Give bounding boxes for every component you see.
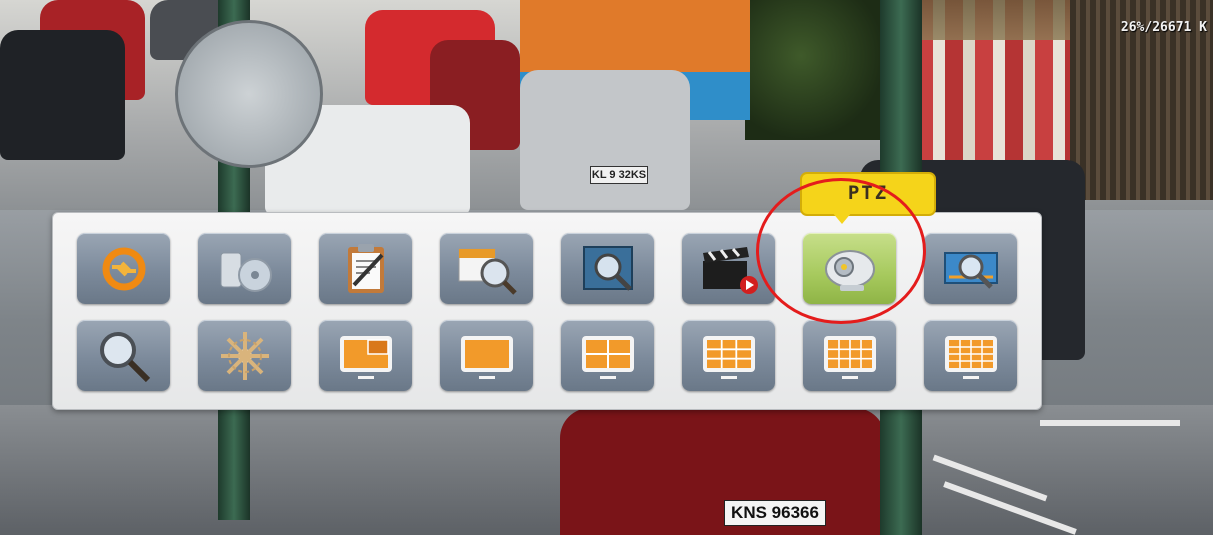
single-screen-icon [460,335,513,379]
quad-layout-button[interactable] [561,320,654,391]
video-playback-icon [702,246,758,294]
license-plate-near: KNS 96366 [724,500,826,526]
twelve-layout-icon [823,335,876,379]
bitrate-counter: 26%/26671 K [1120,20,1207,35]
pip-layout-icon [339,335,392,379]
log-button[interactable] [319,233,412,304]
menu-row-bottom [77,320,1017,391]
search-button[interactable] [77,320,170,391]
screen-search-icon [943,251,998,289]
recording-control-button[interactable] [77,233,170,304]
pip-layout-button[interactable] [319,320,412,391]
screen-search-button[interactable] [924,233,1017,304]
sixteen-layout-button[interactable] [924,320,1017,391]
sixteen-layout-icon [944,335,997,379]
road-sign [175,20,323,168]
quad-layout-icon [581,335,634,379]
highlight-circle [756,178,926,324]
playback-search-icon [582,245,633,291]
single-screen-button[interactable] [440,320,533,391]
search-icon [99,331,150,382]
playback-search-button[interactable] [561,233,654,304]
calendar-search-button[interactable] [440,233,533,304]
settings-icon [220,331,269,380]
nine-layout-icon [702,335,755,379]
recording-control-icon [102,247,145,290]
backup-icon [220,252,272,292]
calendar-search-icon [458,248,517,295]
nine-layout-button[interactable] [682,320,775,391]
license-plate-far: KL 9 32KS [590,166,648,184]
settings-button[interactable] [198,320,291,391]
backup-button[interactable] [198,233,291,304]
twelve-layout-button[interactable] [803,320,896,391]
log-icon [347,243,384,293]
